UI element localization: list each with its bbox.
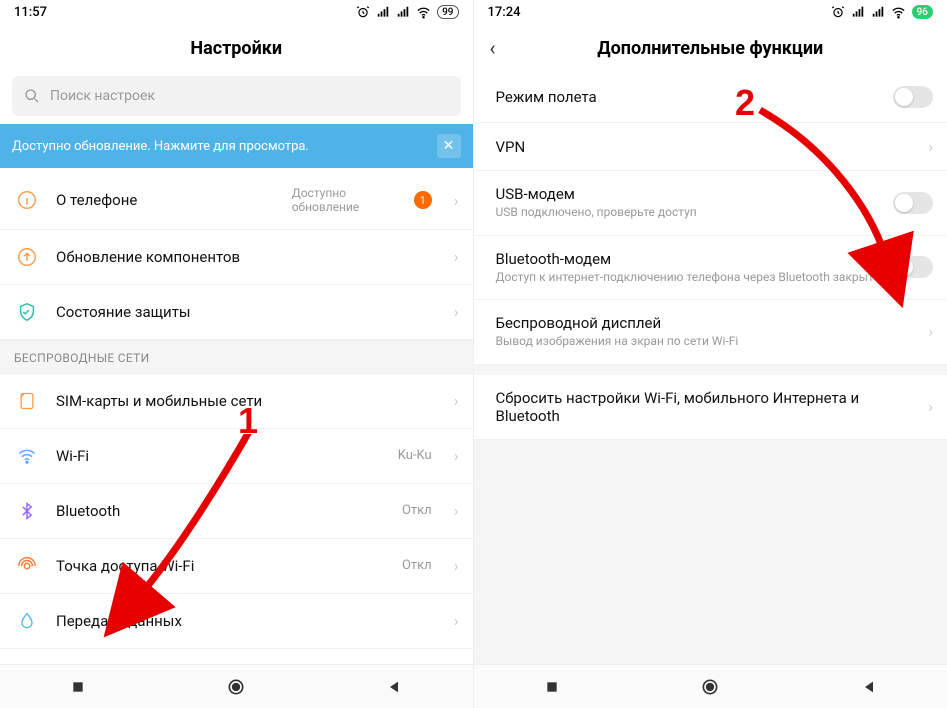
status-time: 17:24	[488, 5, 521, 20]
signal-icon	[851, 5, 865, 19]
signal-icon	[396, 5, 410, 19]
status-time: 11:57	[14, 5, 47, 20]
phone-settings: 11:57 99 Настройки Поиск настроек Доступ…	[0, 0, 474, 708]
toggle-bluetooth-modem[interactable]	[893, 256, 933, 278]
row-value: Доступно обновление	[292, 186, 392, 215]
info-icon	[14, 187, 40, 213]
search-input[interactable]: Поиск настроек	[12, 76, 461, 116]
page-title: Настройки	[190, 38, 282, 59]
search-placeholder: Поиск настроек	[50, 88, 155, 104]
banner-text: Доступно обновление. Нажмите для просмот…	[12, 139, 309, 154]
sim-icon	[14, 388, 40, 414]
row-vpn[interactable]: VPN ›	[474, 123, 947, 171]
back-button[interactable]	[386, 679, 402, 695]
chevron-right-icon: ›	[454, 302, 459, 321]
wifi-icon	[14, 443, 40, 469]
row-about-phone[interactable]: О телефоне Доступно обновление 1 ›	[0, 172, 473, 230]
wifi-icon	[416, 5, 431, 20]
row-reset-network[interactable]: Сбросить настройки Wi-Fi, мобильного Инт…	[474, 375, 947, 440]
title-bar: ‹ Дополнительные функции	[474, 24, 947, 72]
wifi-icon	[891, 5, 906, 20]
chevron-right-icon: ›	[454, 611, 459, 630]
settings-list: О телефоне Доступно обновление 1 › Обнов…	[0, 172, 473, 664]
chevron-right-icon: ›	[454, 191, 459, 210]
row-bluetooth[interactable]: Bluetooth Откл ›	[0, 484, 473, 539]
signal-icon	[871, 5, 885, 19]
chevron-right-icon: ›	[454, 556, 459, 575]
recents-button[interactable]	[544, 679, 560, 695]
alarm-icon	[831, 5, 845, 19]
empty-area	[474, 440, 947, 664]
upload-icon	[14, 244, 40, 270]
battery-indicator: 96	[912, 5, 933, 19]
chevron-right-icon: ›	[928, 322, 933, 341]
shield-icon	[14, 299, 40, 325]
row-airplane-mode[interactable]: Режим полета	[474, 72, 947, 123]
row-component-updates[interactable]: Обновление компонентов ›	[0, 230, 473, 285]
row-value: Ku-Ku	[398, 448, 432, 463]
section-wireless: БЕСПРОВОДНЫЕ СЕТИ	[0, 340, 473, 374]
home-button[interactable]	[226, 677, 246, 697]
status-bar: 11:57 99	[0, 0, 473, 24]
battery-indicator: 99	[437, 5, 458, 19]
chevron-right-icon: ›	[454, 247, 459, 266]
chevron-right-icon: ›	[454, 501, 459, 520]
row-wifi[interactable]: Wi-Fi Ku-Ku ›	[0, 429, 473, 484]
bluetooth-icon	[14, 498, 40, 524]
row-wireless-display[interactable]: Беспроводной дисплей Вывод изображения н…	[474, 300, 947, 365]
toggle-usb-modem[interactable]	[893, 192, 933, 214]
signal-icon	[376, 5, 390, 19]
drop-icon	[14, 608, 40, 634]
recents-button[interactable]	[70, 679, 86, 695]
chevron-right-icon: ›	[454, 446, 459, 465]
row-value: Откл	[402, 503, 432, 518]
phone-more-functions: 17:24 96 ‹ Дополнительные функции Режим …	[474, 0, 947, 708]
hotspot-icon	[14, 553, 40, 579]
row-bluetooth-modem[interactable]: Bluetooth-модем Доступ к интернет-подклю…	[474, 236, 947, 301]
close-icon[interactable]: ✕	[437, 134, 461, 158]
row-security-status[interactable]: Состояние защиты ›	[0, 285, 473, 340]
row-data-usage[interactable]: Передача данных ›	[0, 594, 473, 649]
functions-list: Режим полета VPN › USB-модем USB подключ…	[474, 72, 947, 664]
title-bar: Настройки	[0, 24, 473, 72]
android-nav-bar	[0, 664, 473, 708]
row-value: Откл	[402, 558, 432, 573]
row-more-functions[interactable]: Дополнительные функции ›	[0, 649, 473, 664]
status-bar: 17:24 96	[474, 0, 947, 24]
home-button[interactable]	[700, 677, 720, 697]
row-hotspot[interactable]: Точка доступа Wi-Fi Откл ›	[0, 539, 473, 594]
chevron-right-icon: ›	[928, 397, 933, 416]
row-usb-modem[interactable]: USB-модем USB подключено, проверьте дост…	[474, 171, 947, 236]
back-button[interactable]: ‹	[490, 36, 496, 60]
chevron-right-icon: ›	[454, 391, 459, 410]
back-button[interactable]	[861, 679, 877, 695]
row-sim-cards[interactable]: SIM-карты и мобильные сети ›	[0, 374, 473, 429]
chevron-right-icon: ›	[928, 137, 933, 156]
search-icon	[24, 88, 40, 104]
notification-badge: 1	[414, 191, 432, 209]
android-nav-bar	[474, 664, 947, 708]
toggle-airplane[interactable]	[893, 86, 933, 108]
update-banner[interactable]: Доступно обновление. Нажмите для просмот…	[0, 124, 473, 168]
page-title: Дополнительные функции	[597, 38, 823, 59]
alarm-icon	[356, 5, 370, 19]
